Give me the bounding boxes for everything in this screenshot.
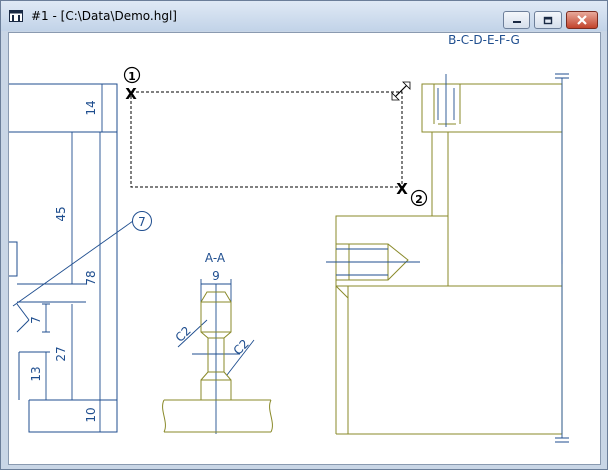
dim-45: 45 bbox=[54, 206, 68, 221]
restore-button[interactable] bbox=[534, 11, 562, 29]
section-part-geometry bbox=[162, 291, 273, 433]
dim-9: 9 bbox=[212, 269, 220, 283]
selection-point-2-marker: X bbox=[396, 180, 408, 198]
dim-13: 13 bbox=[29, 366, 43, 381]
drawing-canvas[interactable]: B-C-D-E-F-G 14 45 78 7 27 13 10 7 A-A 9 … bbox=[8, 32, 601, 465]
cad-drawing: B-C-D-E-F-G 14 45 78 7 27 13 10 7 A-A 9 … bbox=[9, 33, 569, 443]
close-button[interactable] bbox=[566, 11, 598, 29]
dim-27: 27 bbox=[54, 346, 68, 361]
restore-icon bbox=[543, 16, 553, 24]
chamfer-right-label: C2 bbox=[231, 337, 252, 358]
dim-14: 14 bbox=[84, 100, 98, 115]
selection-point-1-marker: X bbox=[125, 85, 137, 103]
dim-10: 10 bbox=[84, 407, 98, 422]
left-part-geometry bbox=[9, 83, 118, 433]
app-window-icon bbox=[9, 10, 23, 22]
resize-cursor-icon bbox=[391, 81, 411, 101]
balloon-number: 7 bbox=[138, 215, 146, 229]
point-1-label: 1 bbox=[128, 70, 136, 83]
close-icon bbox=[577, 15, 587, 25]
dim-7: 7 bbox=[29, 316, 43, 324]
window-title: #1 - [C:\Data\Demo.hgl] bbox=[31, 9, 177, 23]
right-part-geometry bbox=[335, 83, 563, 435]
drawing-window: #1 - [C:\Data\Demo.hgl] B-C-D-E-F-G 14 4… bbox=[0, 0, 608, 470]
view-label-text: B-C-D-E-F-G bbox=[448, 33, 520, 47]
section-label: A-A bbox=[205, 251, 226, 265]
title-bar[interactable]: #1 - [C:\Data\Demo.hgl] bbox=[1, 1, 607, 31]
chamfer-left-label: C2 bbox=[173, 324, 194, 345]
minimize-button[interactable] bbox=[503, 11, 530, 29]
selection-rectangle bbox=[130, 91, 403, 188]
point-2-label: 2 bbox=[415, 193, 423, 206]
dim-78: 78 bbox=[84, 270, 98, 285]
minimize-icon bbox=[512, 21, 521, 23]
